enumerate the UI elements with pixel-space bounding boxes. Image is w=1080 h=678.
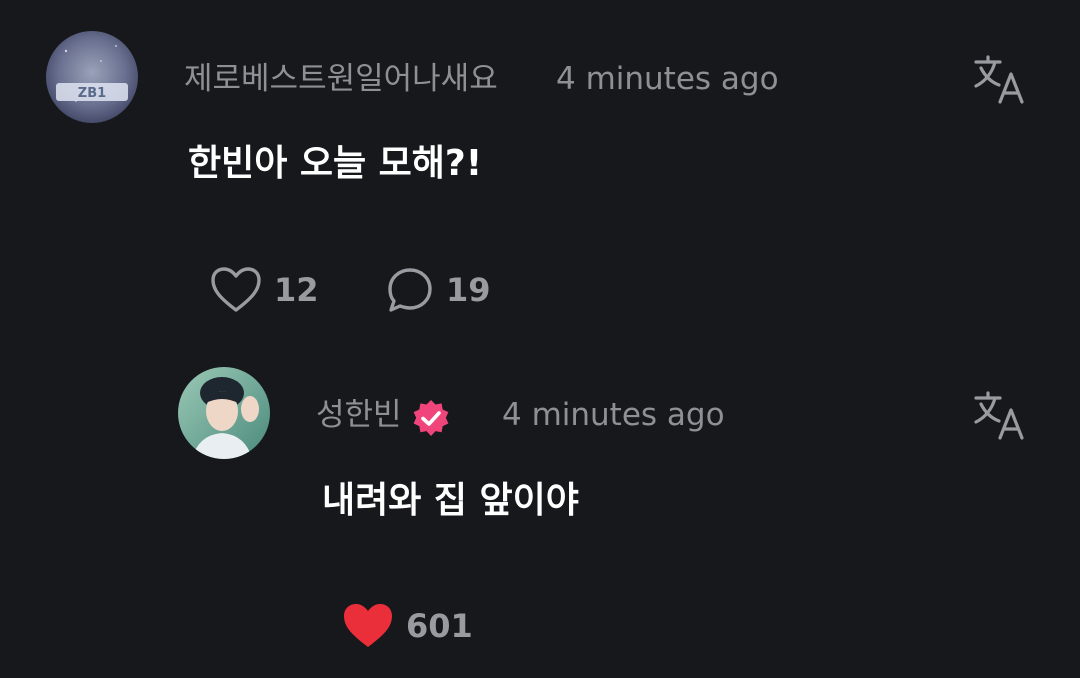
translate-button[interactable] <box>972 52 1028 108</box>
translate-icon <box>974 391 1024 440</box>
reply-text: 내려와 집 앞이야 <box>322 480 579 521</box>
translate-icon <box>974 55 1024 104</box>
reply-username[interactable]: 성한빈 <box>316 395 402 435</box>
like-count: 12 <box>274 271 319 309</box>
heart-icon <box>344 604 392 647</box>
comment-thread: ZB1 제로베스트원일어나새요 4 minutes ago 한빈아 오늘 모해?… <box>0 0 1080 678</box>
comment-timestamp: 4 minutes ago <box>556 61 779 97</box>
commenter-username[interactable]: 제로베스트원일어나새요 <box>184 59 498 99</box>
heart-icon <box>211 267 261 312</box>
svg-text:ZB1: ZB1 <box>78 86 106 101</box>
verified-badge-icon <box>413 400 449 436</box>
like-count: 601 <box>406 607 473 645</box>
reply-avatar[interactable] <box>178 367 270 459</box>
reply-timestamp: 4 minutes ago <box>502 397 725 433</box>
like-button[interactable]: 601 <box>342 602 473 650</box>
reply-button[interactable]: 19 <box>386 266 491 314</box>
like-button[interactable]: 12 <box>210 266 319 314</box>
comment-bubble-icon <box>388 268 432 312</box>
translate-button[interactable] <box>972 388 1028 444</box>
reply-count: 19 <box>446 271 491 309</box>
commenter-avatar[interactable]: ZB1 <box>46 31 138 123</box>
comment-text: 한빈아 오늘 모해?! <box>188 143 483 184</box>
